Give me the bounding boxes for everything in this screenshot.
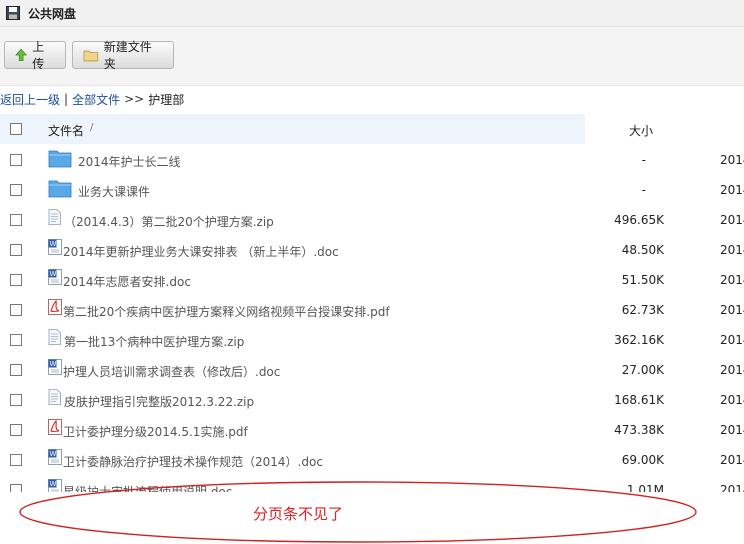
file-name[interactable]: （2014.4.3）第二批20个护理方案.zip xyxy=(64,213,274,230)
folder-icon xyxy=(48,148,72,171)
row-checkbox[interactable] xyxy=(10,184,22,196)
doc-icon: W xyxy=(48,359,62,378)
annotation-ellipse xyxy=(19,481,697,543)
doc-icon: W xyxy=(48,449,62,468)
file-date: 2014 xyxy=(720,153,744,167)
file-date: 2014 xyxy=(720,243,744,257)
breadcrumb-arrow: >> xyxy=(124,92,145,106)
file-name[interactable]: 2014年志愿者安排.doc xyxy=(63,273,191,290)
table-row[interactable]: 第二批20个疾病中医护理方案释义网络视频平台授课安排.pdf 62.73K 2014 xyxy=(0,295,744,325)
select-all-checkbox[interactable] xyxy=(10,123,22,135)
table-row[interactable]: 第一批13个病种中医护理方案.zip 362.16K 2014 xyxy=(0,325,744,355)
table-row[interactable]: W 2014年志愿者安排.doc 51.50K 2014 xyxy=(0,265,744,295)
new-folder-button[interactable]: 新建文件夹 xyxy=(72,40,174,71)
row-checkbox[interactable] xyxy=(10,244,22,256)
annotation-text: 分页条不见了 xyxy=(253,505,344,523)
file-size: 496.65K xyxy=(614,213,664,227)
file-size: 362.16K xyxy=(614,333,664,347)
zip-icon xyxy=(48,389,61,408)
upload-label: 上传 xyxy=(32,40,45,71)
table-row[interactable]: 卫计委护理分级2014.5.1实施.pdf 473.38K 2014 xyxy=(0,415,744,445)
file-size: - xyxy=(641,153,646,167)
upload-arrow-icon xyxy=(15,48,28,62)
table-row[interactable]: 皮肤护理指引完整版2012.3.22.zip 168.61K 2014 xyxy=(0,385,744,415)
table-header: 文件名 / 大小 xyxy=(0,114,744,144)
row-checkbox[interactable] xyxy=(10,154,22,166)
file-date: 2014 xyxy=(720,483,744,492)
file-size: 473.38K xyxy=(614,423,664,437)
title-bar: 公共网盘 xyxy=(0,0,744,27)
row-checkbox[interactable] xyxy=(10,274,22,286)
file-name[interactable]: 卫计委护理分级2014.5.1实施.pdf xyxy=(63,423,248,440)
floppy-disk-icon xyxy=(6,6,20,20)
svg-text:W: W xyxy=(50,450,57,458)
file-size: 27.00K xyxy=(621,363,664,377)
table-row[interactable]: W 2014年更新护理业务大课安排表 （新上半年）.doc 48.50K 2014 xyxy=(0,235,744,265)
doc-icon: W xyxy=(48,269,62,288)
file-name[interactable]: 卫计委静脉治疗护理技术操作规范（2014）.doc xyxy=(63,453,323,470)
table-row[interactable]: 业务大课课件 - 2014 xyxy=(0,175,744,205)
file-date: 2014 xyxy=(720,303,744,317)
size-column-header[interactable] xyxy=(585,114,744,144)
table-row[interactable]: （2014.4.3）第二批20个护理方案.zip 496.65K 2014 xyxy=(0,205,744,235)
svg-text:W: W xyxy=(50,270,57,278)
zip-icon xyxy=(48,209,61,228)
file-size: 48.50K xyxy=(621,243,664,257)
file-name[interactable]: 护理人员培训需求调查表（修改后）.doc xyxy=(63,363,280,380)
svg-text:W: W xyxy=(50,360,57,368)
folder-icon xyxy=(48,178,72,201)
row-checkbox[interactable] xyxy=(10,334,22,346)
file-list: 2014年护士长二线-2014业务大课课件-2014（2014.4.3）第二批2… xyxy=(0,145,744,492)
row-checkbox[interactable] xyxy=(10,304,22,316)
file-date: 2014 xyxy=(720,363,744,377)
file-name[interactable]: 2014年护士长二线 xyxy=(78,153,181,170)
file-date: 2014 xyxy=(720,273,744,287)
svg-text:W: W xyxy=(50,240,57,248)
file-name[interactable]: 皮肤护理指引完整版2012.3.22.zip xyxy=(64,393,254,410)
file-date: 2014 xyxy=(720,453,744,467)
file-size: 69.00K xyxy=(621,453,664,467)
all-files-link[interactable]: 全部文件 xyxy=(72,91,120,108)
name-column-header[interactable] xyxy=(0,114,585,144)
file-date: 2014 xyxy=(720,183,744,197)
file-date: 2014 xyxy=(720,333,744,347)
row-checkbox[interactable] xyxy=(10,394,22,406)
app-title: 公共网盘 xyxy=(28,6,77,21)
doc-icon: W xyxy=(48,239,62,258)
file-size: 62.73K xyxy=(621,303,664,317)
back-link[interactable]: 返回上一级 xyxy=(0,91,60,108)
file-size: - xyxy=(641,183,646,197)
file-date: 2014 xyxy=(720,423,744,437)
current-folder: 护理部 xyxy=(148,92,185,107)
row-checkbox[interactable] xyxy=(10,214,22,226)
file-name[interactable]: 业务大课课件 xyxy=(78,183,150,200)
breadcrumb-separator: | xyxy=(64,92,69,106)
toolbar: 上传 新建文件夹 xyxy=(0,27,744,86)
new-folder-icon xyxy=(83,50,99,61)
sort-indicator: / xyxy=(90,122,94,133)
file-name[interactable]: 第一批13个病种中医护理方案.zip xyxy=(64,333,244,350)
header-name-label[interactable]: 文件名 xyxy=(48,122,84,139)
header-size-label[interactable]: 大小 xyxy=(629,122,653,139)
table-row[interactable]: W 护理人员培训需求调查表（修改后）.doc 27.00K 2014 xyxy=(0,355,744,385)
zip-icon xyxy=(48,329,61,348)
file-name[interactable]: 2014年更新护理业务大课安排表 （新上半年）.doc xyxy=(63,243,339,260)
file-size: 168.61K xyxy=(614,393,664,407)
pdf-icon xyxy=(48,419,62,438)
pdf-icon xyxy=(48,299,62,318)
new-folder-label: 新建文件夹 xyxy=(103,40,152,71)
row-checkbox[interactable] xyxy=(10,424,22,436)
file-size: 51.50K xyxy=(621,273,664,287)
upload-button[interactable]: 上传 xyxy=(4,40,66,71)
file-date: 2014 xyxy=(720,393,744,407)
breadcrumb: 返回上一级 | 全部文件 >> 护理部 xyxy=(0,89,184,109)
table-row[interactable]: W 卫计委静脉治疗护理技术操作规范（2014）.doc 69.00K 2014 xyxy=(0,445,744,475)
file-date: 2014 xyxy=(720,213,744,227)
table-row[interactable]: 2014年护士长二线 - 2014 xyxy=(0,145,744,175)
row-checkbox[interactable] xyxy=(10,364,22,376)
row-checkbox[interactable] xyxy=(10,454,22,466)
file-name[interactable]: 第二批20个疾病中医护理方案释义网络视频平台授课安排.pdf xyxy=(63,303,390,320)
